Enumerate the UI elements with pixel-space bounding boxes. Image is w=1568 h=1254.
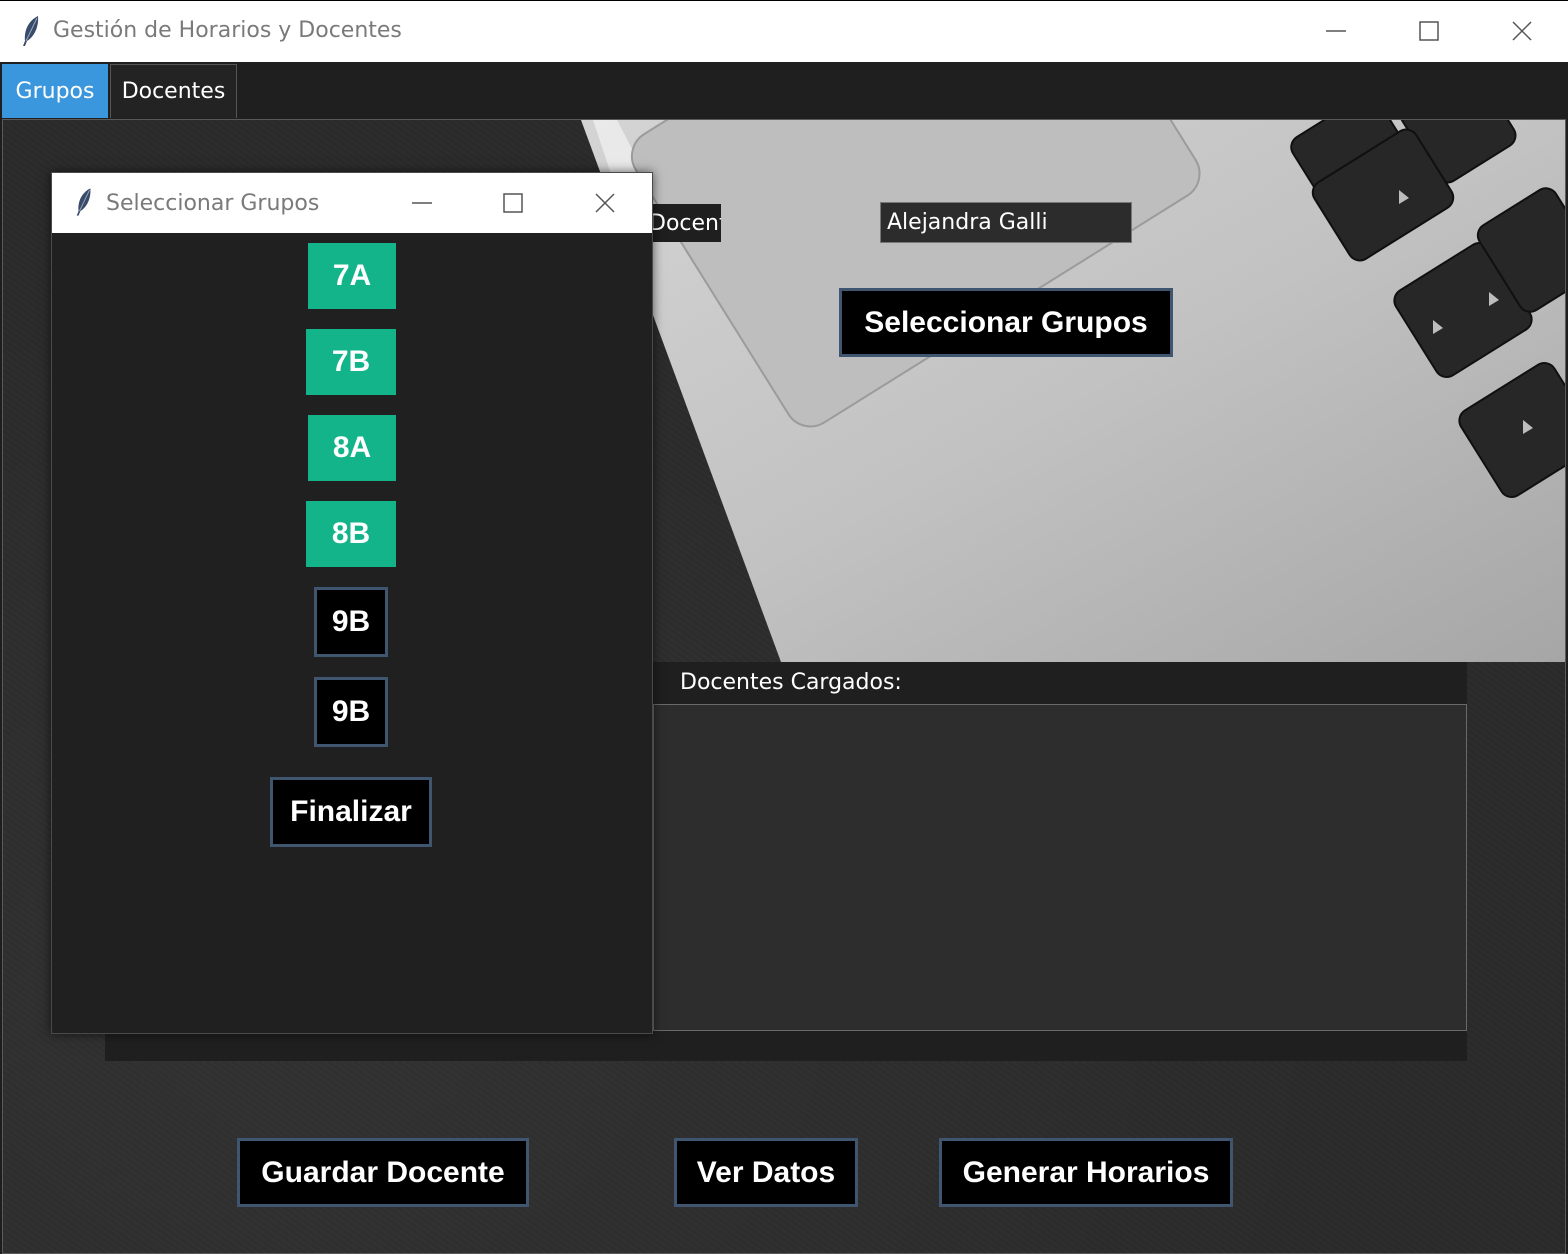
dialog-maximize-button[interactable] <box>468 173 558 233</box>
group-button-9b-2[interactable]: 9B <box>314 677 388 747</box>
minimize-icon <box>412 202 432 204</box>
loaded-teachers-label: Docentes Cargados: <box>680 670 902 695</box>
group-button-9b[interactable]: 9B <box>314 587 388 657</box>
maximize-icon <box>1419 21 1439 41</box>
group-button-8a[interactable]: 8A <box>308 415 396 481</box>
minimize-button[interactable] <box>1290 1 1382 61</box>
dialog-title-bar: Seleccionar Grupos <box>52 173 652 233</box>
finish-button[interactable]: Finalizar <box>270 777 432 847</box>
group-button-7a[interactable]: 7A <box>308 243 396 309</box>
generate-schedules-button[interactable]: Generar Horarios <box>939 1138 1233 1207</box>
tab-docentes[interactable]: Docentes <box>110 64 237 118</box>
select-groups-dialog: Seleccionar Grupos 7A 7B 8A 8B 9B 9B Fin… <box>51 172 653 1034</box>
close-icon <box>1512 21 1532 41</box>
close-icon <box>595 193 615 213</box>
view-data-button[interactable]: Ver Datos <box>674 1138 858 1207</box>
select-groups-button[interactable]: Seleccionar Grupos <box>839 288 1173 357</box>
dialog-close-button[interactable] <box>560 173 650 233</box>
window-title: Gestión de Horarios y Docentes <box>53 18 402 43</box>
save-teacher-button[interactable]: Guardar Docente <box>237 1138 529 1207</box>
group-button-8b[interactable]: 8B <box>306 501 396 567</box>
dialog-title: Seleccionar Grupos <box>106 191 320 216</box>
docente-name-input[interactable] <box>880 202 1132 243</box>
maximize-button[interactable] <box>1383 1 1475 61</box>
feather-icon <box>20 15 42 51</box>
close-button[interactable] <box>1476 1 1568 61</box>
loaded-teachers-listbox[interactable] <box>653 704 1467 1031</box>
dialog-minimize-button[interactable] <box>377 173 467 233</box>
feather-icon <box>74 187 94 221</box>
group-button-7b[interactable]: 7B <box>306 329 396 395</box>
maximize-icon <box>503 193 523 213</box>
tab-grupos[interactable]: Grupos <box>2 64 108 118</box>
minimize-icon <box>1326 30 1346 32</box>
main-title-bar: Gestión de Horarios y Docentes <box>0 0 1568 62</box>
docente-label: Docente <box>643 204 721 242</box>
tab-bar: Grupos Docentes <box>0 62 1568 119</box>
